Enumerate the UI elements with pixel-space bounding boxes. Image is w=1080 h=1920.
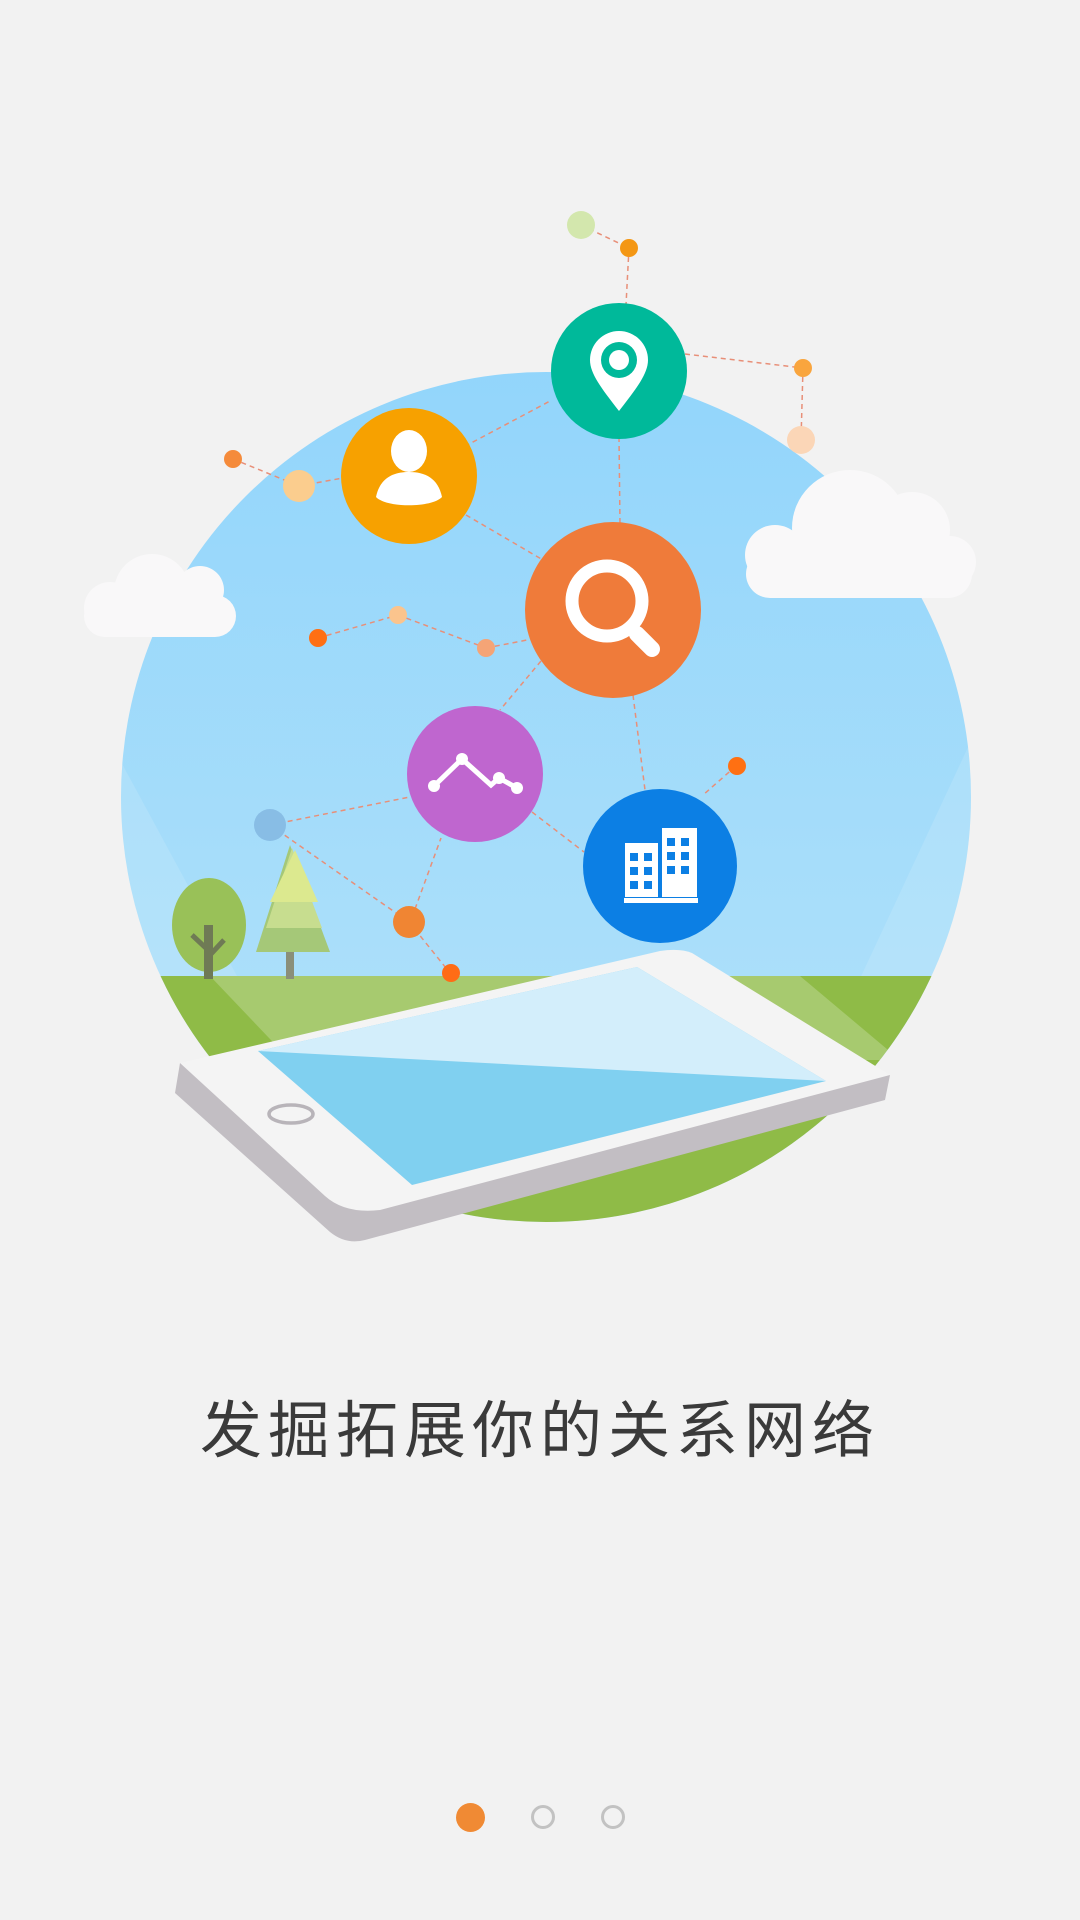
page-indicator[interactable]: [0, 1803, 1080, 1835]
onboarding-illustration: [84, 211, 976, 1242]
person-node: [341, 408, 477, 544]
page-dot-1[interactable]: [455, 1803, 485, 1832]
search-node: [525, 522, 701, 698]
location-node: [551, 303, 687, 439]
page-dot-2[interactable]: [530, 1805, 555, 1829]
onboarding-headline: 发掘拓展你的关系网络: [199, 1394, 880, 1467]
analytics-node: [407, 706, 543, 842]
company-node: [583, 789, 737, 943]
page-dot-3[interactable]: [600, 1805, 625, 1829]
